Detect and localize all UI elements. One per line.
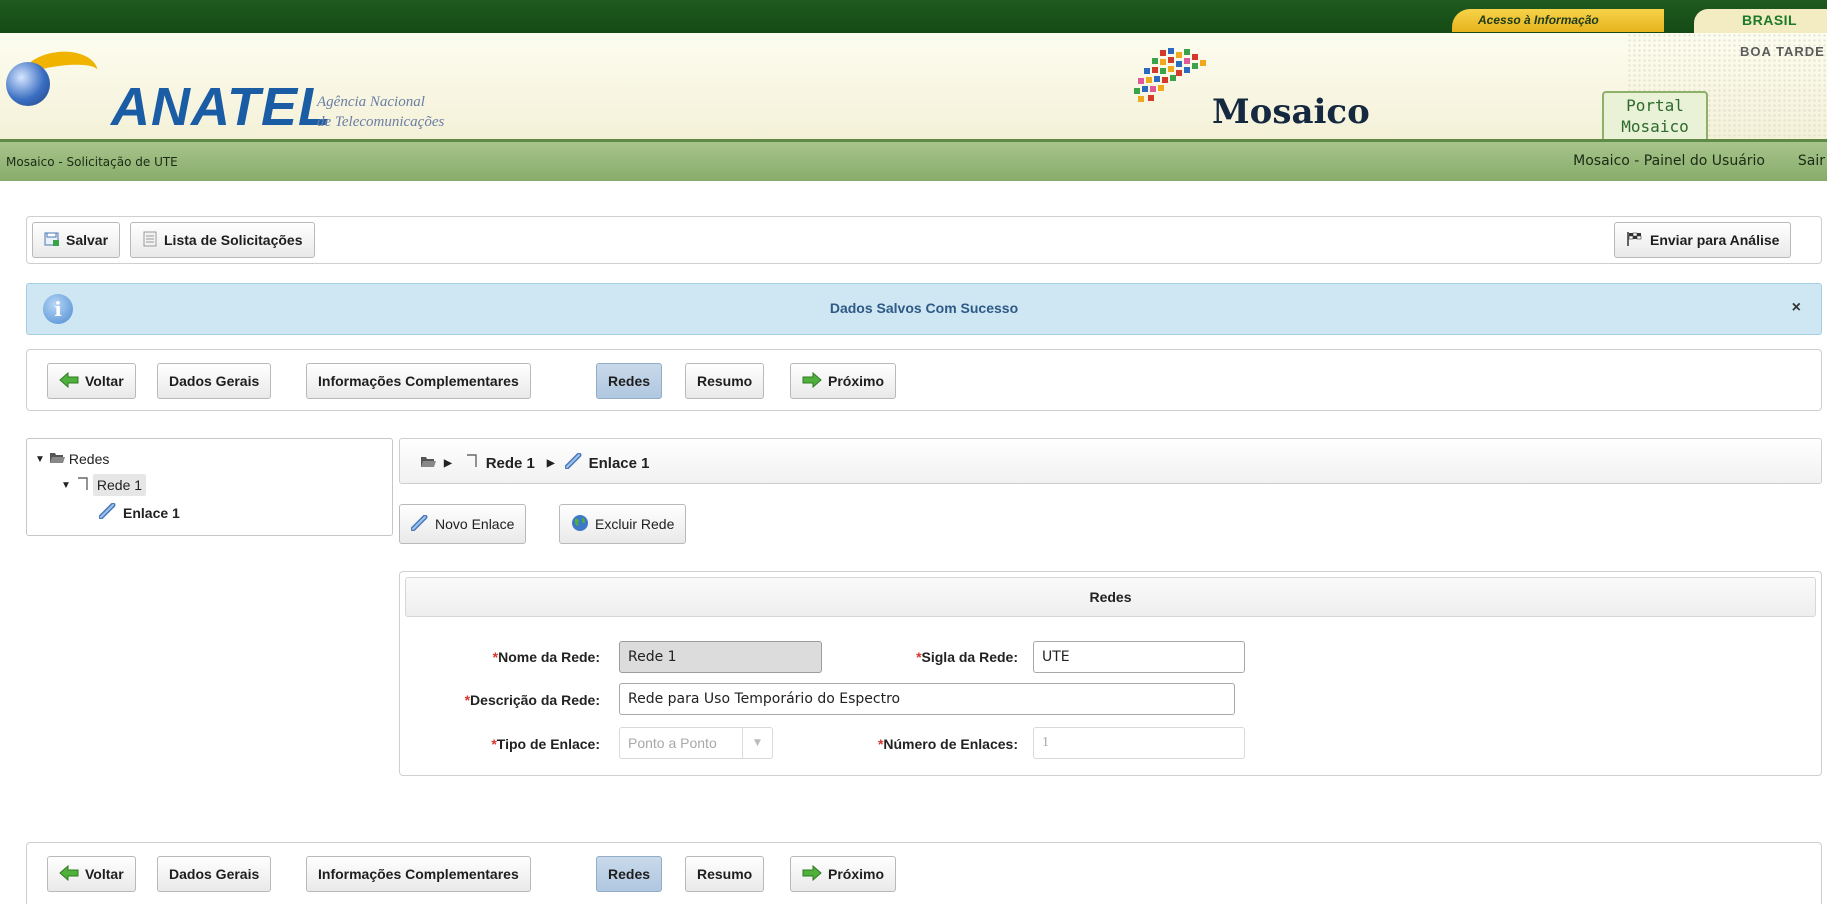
- step-nav-bottom: Voltar Dados Gerais Informações Compleme…: [26, 842, 1822, 904]
- user-panel-link[interactable]: Mosaico - Painel do Usuário: [1573, 153, 1765, 169]
- arrow-left-icon: [59, 371, 79, 391]
- top-toolbar: Salvar Lista de Solicitações Enviar para…: [26, 216, 1822, 264]
- link-type-value: Ponto a Ponto: [628, 735, 717, 751]
- network-acronym-label: *Sigla da Rede:: [916, 649, 1018, 665]
- link-icon: [410, 514, 429, 534]
- step-back-button[interactable]: Voltar: [47, 363, 136, 399]
- step-back-button[interactable]: Voltar: [47, 856, 136, 892]
- step-next-label: Próximo: [828, 373, 885, 389]
- network-tree: ▼ Redes ▼ Rede 1 Enlace 1: [26, 438, 393, 536]
- success-message: i Dados Salvos Com Sucesso ×: [26, 283, 1822, 335]
- network-name-field[interactable]: Rede 1: [619, 641, 822, 673]
- breadcrumb-separator-icon: ▶: [546, 457, 555, 469]
- network-icon: [466, 453, 478, 473]
- breadcrumb-network[interactable]: Rede 1: [486, 455, 535, 472]
- step-next-button[interactable]: Próximo: [790, 363, 897, 399]
- step-back-label: Voltar: [85, 373, 124, 389]
- link-icon: [564, 452, 583, 473]
- link-type-label: *Tipo de Enlace:: [491, 736, 600, 752]
- network-description-label: *Descrição da Rede:: [464, 692, 600, 708]
- agency-name-line1: Agência Nacional: [317, 94, 425, 110]
- network-icon: [77, 476, 89, 495]
- new-link-button[interactable]: Novo Enlace: [399, 504, 527, 544]
- network-form-panel: Redes *Nome da Rede: Rede 1 *Sigla da Re…: [399, 571, 1822, 776]
- brasil-link[interactable]: BRASIL: [1694, 9, 1827, 33]
- network-form-title: Redes: [405, 577, 1816, 617]
- step-general-data[interactable]: Dados Gerais: [157, 363, 272, 399]
- step-next-label: Próximo: [828, 866, 885, 882]
- arrow-left-icon: [59, 864, 79, 884]
- request-list-button[interactable]: Lista de Solicitações: [130, 222, 315, 258]
- portal-mosaico-tab[interactable]: Portal Mosaico: [1602, 91, 1708, 139]
- save-label: Salvar: [66, 232, 109, 248]
- new-link-label: Novo Enlace: [435, 516, 515, 532]
- step-networks[interactable]: Redes: [596, 856, 663, 892]
- link-type-select[interactable]: Ponto a Ponto ▼: [619, 727, 773, 759]
- agency-name-line2: de Telecomunicações: [317, 114, 445, 130]
- exit-link[interactable]: Sair: [1798, 153, 1825, 169]
- delete-network-button[interactable]: Excluir Rede: [559, 504, 687, 544]
- tree-root-label: Redes: [68, 451, 110, 467]
- arrow-right-icon: [802, 371, 822, 391]
- expanded-caret-icon: ▼: [35, 453, 45, 465]
- submit-for-analysis-label: Enviar para Análise: [1650, 232, 1780, 248]
- step-nav-top: Voltar Dados Gerais Informações Compleme…: [26, 349, 1822, 411]
- step-back-label: Voltar: [85, 866, 124, 882]
- breadcrumb-separator-icon: ▶: [444, 457, 452, 469]
- greeting: BOA TARDE: [1740, 44, 1825, 59]
- step-summary[interactable]: Resumo: [685, 363, 765, 399]
- save-icon: [44, 231, 60, 250]
- tree-node-link[interactable]: Enlace 1: [98, 502, 180, 522]
- mosaico-title: Mosaico: [1212, 92, 1370, 132]
- breadcrumb-link[interactable]: Enlace 1: [589, 455, 650, 472]
- network-description-field[interactable]: Rede para Uso Temporário do Espectro: [619, 683, 1235, 715]
- close-message-icon[interactable]: ×: [1792, 299, 1801, 317]
- tree-link-label: Enlace 1: [123, 504, 180, 521]
- request-list-label: Lista de Solicitações: [164, 232, 303, 248]
- delete-network-label: Excluir Rede: [595, 516, 675, 532]
- step-networks[interactable]: Redes: [596, 363, 663, 399]
- step-next-button[interactable]: Próximo: [790, 856, 897, 892]
- government-bar: Acesso à Informação BRASIL: [0, 0, 1827, 33]
- network-name-label: *Nome da Rede:: [492, 649, 600, 665]
- network-acronym-field[interactable]: UTE: [1033, 641, 1245, 673]
- expanded-caret-icon: ▼: [61, 479, 71, 491]
- arrow-right-icon: [802, 864, 822, 884]
- step-complementary-info[interactable]: Informações Complementares: [306, 856, 531, 892]
- list-icon: [142, 231, 158, 250]
- save-button[interactable]: Salvar: [32, 222, 121, 258]
- nav-bar: Mosaico - Solicitação de UTE Mosaico - P…: [0, 139, 1827, 181]
- dropdown-arrow-icon: ▼: [742, 728, 772, 758]
- anatel-logo-text[interactable]: ANATEL: [111, 76, 332, 138]
- step-general-data[interactable]: Dados Gerais: [157, 856, 272, 892]
- globe-icon: [571, 514, 589, 535]
- anatel-logo-globe: [6, 62, 50, 106]
- success-message-text: Dados Salvos Com Sucesso: [829, 300, 1019, 316]
- step-summary[interactable]: Resumo: [685, 856, 765, 892]
- step-complementary-info[interactable]: Informações Complementares: [306, 363, 531, 399]
- nav-breadcrumb: Mosaico - Solicitação de UTE: [6, 155, 178, 169]
- flag-icon: [1626, 231, 1644, 250]
- portal-tab-line2: Mosaico: [1621, 117, 1689, 136]
- tree-network-label: Rede 1: [92, 474, 147, 496]
- open-folder-icon: [49, 451, 65, 467]
- open-folder-icon[interactable]: [420, 455, 436, 472]
- link-count-label: *Número de Enlaces:: [877, 736, 1018, 752]
- submit-for-analysis-button[interactable]: Enviar para Análise: [1614, 222, 1792, 258]
- access-information-link[interactable]: Acesso à Informação: [1452, 9, 1664, 32]
- tree-node-network[interactable]: ▼ Rede 1: [61, 474, 147, 496]
- link-icon: [98, 502, 117, 522]
- link-count-field[interactable]: 1: [1033, 727, 1245, 759]
- network-breadcrumb: ▶ Rede 1 ▶ Enlace 1: [399, 438, 1822, 484]
- tree-node-root[interactable]: ▼ Redes: [35, 451, 109, 467]
- portal-tab-line1: Portal: [1626, 96, 1684, 115]
